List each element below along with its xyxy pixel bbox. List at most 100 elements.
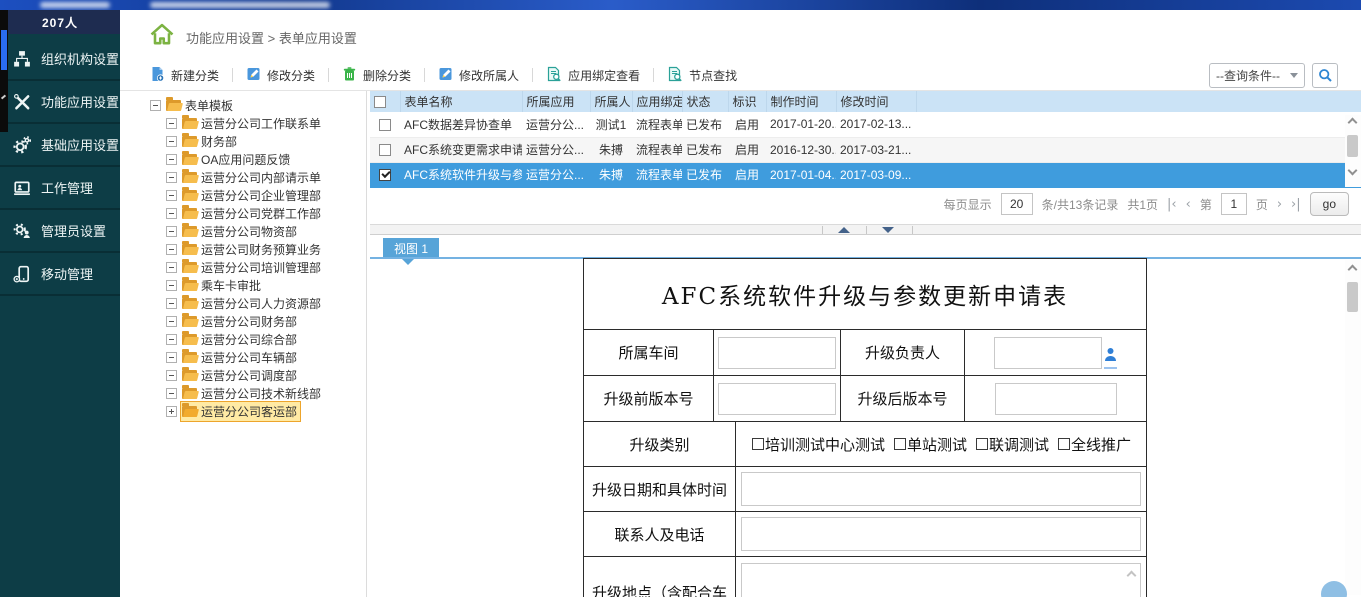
pane-splitter[interactable]: [370, 224, 1361, 235]
checkbox-icon[interactable]: [752, 438, 764, 450]
tree-item[interactable]: 运营公司财务预算业务: [145, 240, 366, 258]
tree-item[interactable]: 运营分公司财务部: [145, 312, 366, 330]
edit-owner-button[interactable]: 修改所属人: [438, 66, 519, 85]
tree-item[interactable]: OA应用问题反馈: [145, 150, 366, 168]
row-checkbox[interactable]: [379, 119, 391, 131]
upgrade-owner-input[interactable]: [994, 337, 1102, 369]
last-page-button[interactable]: ›|: [1291, 197, 1301, 212]
tree-item[interactable]: 乘车卡审批: [145, 276, 366, 294]
scrollbar-thumb[interactable]: [1347, 282, 1358, 312]
go-button[interactable]: go: [1310, 192, 1349, 216]
page-number-input[interactable]: [1221, 193, 1247, 215]
table-scrollbar[interactable]: [1345, 115, 1361, 187]
upgrade-datetime-input[interactable]: [741, 472, 1141, 506]
splitter-collapse-up-button[interactable]: [838, 227, 850, 233]
collapse-icon[interactable]: [166, 226, 177, 237]
tree-item[interactable]: 运营分公司内部请示单: [145, 168, 366, 186]
person-picker-icon[interactable]: [1104, 347, 1117, 369]
tree-item[interactable]: 运营分公司党群工作部: [145, 204, 366, 222]
table-row[interactable]: AFC系统变更需求申请表 运营分公... 朱搏 流程表单 已发布 启用 2016…: [370, 137, 1361, 162]
sidebar-item-org-settings[interactable]: 组织机构设置: [0, 38, 120, 81]
column-header[interactable]: 所属人: [590, 91, 632, 112]
query-condition-dropdown[interactable]: --查询条件--: [1209, 63, 1305, 88]
column-header[interactable]: 状态: [682, 91, 728, 112]
collapse-icon[interactable]: [166, 334, 177, 345]
scroll-up-icon[interactable]: [1348, 265, 1358, 275]
row-checkbox[interactable]: [379, 144, 391, 156]
scroll-up-icon[interactable]: [1127, 571, 1137, 581]
cell-form-name: AFC系统软件升级与参数更新...: [400, 162, 522, 187]
collapse-icon[interactable]: [166, 298, 177, 309]
edit-category-button[interactable]: 修改分类: [246, 66, 315, 85]
node-search-button[interactable]: 节点查找: [667, 66, 737, 85]
column-header[interactable]: 修改时间: [836, 91, 916, 112]
delete-category-button[interactable]: 删除分类: [342, 66, 411, 85]
collapsed-panel-strip[interactable]: [0, 10, 8, 132]
expand-icon[interactable]: [166, 406, 177, 417]
sidebar-item-basic-settings[interactable]: 基础应用设置: [0, 124, 120, 167]
contact-input[interactable]: [741, 517, 1141, 551]
tree-item[interactable]: 运营分公司工作联系单: [145, 114, 366, 132]
collapse-icon[interactable]: [166, 190, 177, 201]
checkbox-icon[interactable]: [1058, 438, 1070, 450]
collapse-icon[interactable]: [166, 208, 177, 219]
row-checkbox-checked[interactable]: [379, 169, 391, 181]
version-after-input[interactable]: [995, 383, 1117, 415]
sidebar-item-mobile-management[interactable]: 移动管理: [0, 253, 120, 296]
collapse-icon[interactable]: [166, 370, 177, 381]
select-all-checkbox[interactable]: [374, 96, 386, 108]
preview-scrollbar[interactable]: [1345, 260, 1361, 595]
tree-item[interactable]: 运营分公司车辆部: [145, 348, 366, 366]
collapse-icon[interactable]: [166, 136, 177, 147]
collapse-icon[interactable]: [166, 172, 177, 183]
table-row-selected[interactable]: AFC系统软件升级与参数更新... 运营分公... 朱搏 流程表单 已发布 启用…: [370, 162, 1361, 187]
sidebar-item-function-settings[interactable]: 功能应用设置: [0, 81, 120, 124]
workshop-input[interactable]: [718, 337, 836, 369]
tree-item[interactable]: 运营分公司人力资源部: [145, 294, 366, 312]
tree-item-selected[interactable]: 运营分公司客运部: [145, 402, 366, 420]
collapse-icon[interactable]: [166, 352, 177, 363]
tree-item[interactable]: 运营分公司技术新线部: [145, 384, 366, 402]
prev-page-button[interactable]: ‹: [1186, 197, 1191, 212]
tree-item[interactable]: 运营分公司培训管理部: [145, 258, 366, 276]
collapse-icon[interactable]: [166, 280, 177, 291]
scroll-up-icon[interactable]: [1348, 118, 1358, 128]
tree-item[interactable]: 运营分公司企业管理部: [145, 186, 366, 204]
location-textarea[interactable]: [741, 563, 1141, 597]
tree-item[interactable]: 运营分公司调度部: [145, 366, 366, 384]
collapse-icon[interactable]: [166, 316, 177, 327]
next-page-button[interactable]: ›: [1277, 197, 1282, 212]
scrollbar-thumb[interactable]: [1347, 135, 1358, 157]
collapse-icon[interactable]: [166, 388, 177, 399]
home-icon[interactable]: [148, 21, 176, 49]
splitter-collapse-down-button[interactable]: [882, 227, 894, 233]
first-page-button[interactable]: |‹: [1167, 197, 1177, 212]
tree-item[interactable]: 财务部: [145, 132, 366, 150]
tree-item[interactable]: 运营分公司综合部: [145, 330, 366, 348]
view-tab[interactable]: 视图 1: [383, 238, 439, 258]
column-header[interactable]: 所属应用: [522, 91, 590, 112]
collapse-icon[interactable]: [166, 262, 177, 273]
column-header[interactable]: 表单名称: [400, 91, 522, 112]
column-header[interactable]: 标识: [728, 91, 766, 112]
column-header[interactable]: 应用绑定: [632, 91, 682, 112]
tree-item[interactable]: 运营分公司物资部: [145, 222, 366, 240]
scroll-corner-button[interactable]: [1321, 581, 1347, 597]
checkbox-icon[interactable]: [976, 438, 988, 450]
version-before-input[interactable]: [718, 383, 836, 415]
collapse-icon[interactable]: [166, 154, 177, 165]
binding-view-button[interactable]: 应用绑定查看: [546, 66, 640, 85]
collapse-icon[interactable]: [166, 118, 177, 129]
table-row[interactable]: AFC数据差异协查单 运营分公... 测试1 流程表单 已发布 启用 2017-…: [370, 112, 1361, 137]
sidebar-item-work-management[interactable]: 工作管理: [0, 167, 120, 210]
collapse-icon[interactable]: [150, 100, 161, 111]
tree-root-node[interactable]: 表单模板: [145, 96, 366, 114]
new-category-button[interactable]: 新建分类: [150, 66, 219, 85]
sidebar-item-admin-settings[interactable]: 管理员设置: [0, 210, 120, 253]
scroll-down-icon[interactable]: [1348, 166, 1358, 176]
column-header[interactable]: 制作时间: [766, 91, 836, 112]
collapse-icon[interactable]: [166, 244, 177, 255]
search-button[interactable]: [1312, 63, 1338, 88]
per-page-input[interactable]: [1001, 193, 1033, 215]
checkbox-icon[interactable]: [894, 438, 906, 450]
